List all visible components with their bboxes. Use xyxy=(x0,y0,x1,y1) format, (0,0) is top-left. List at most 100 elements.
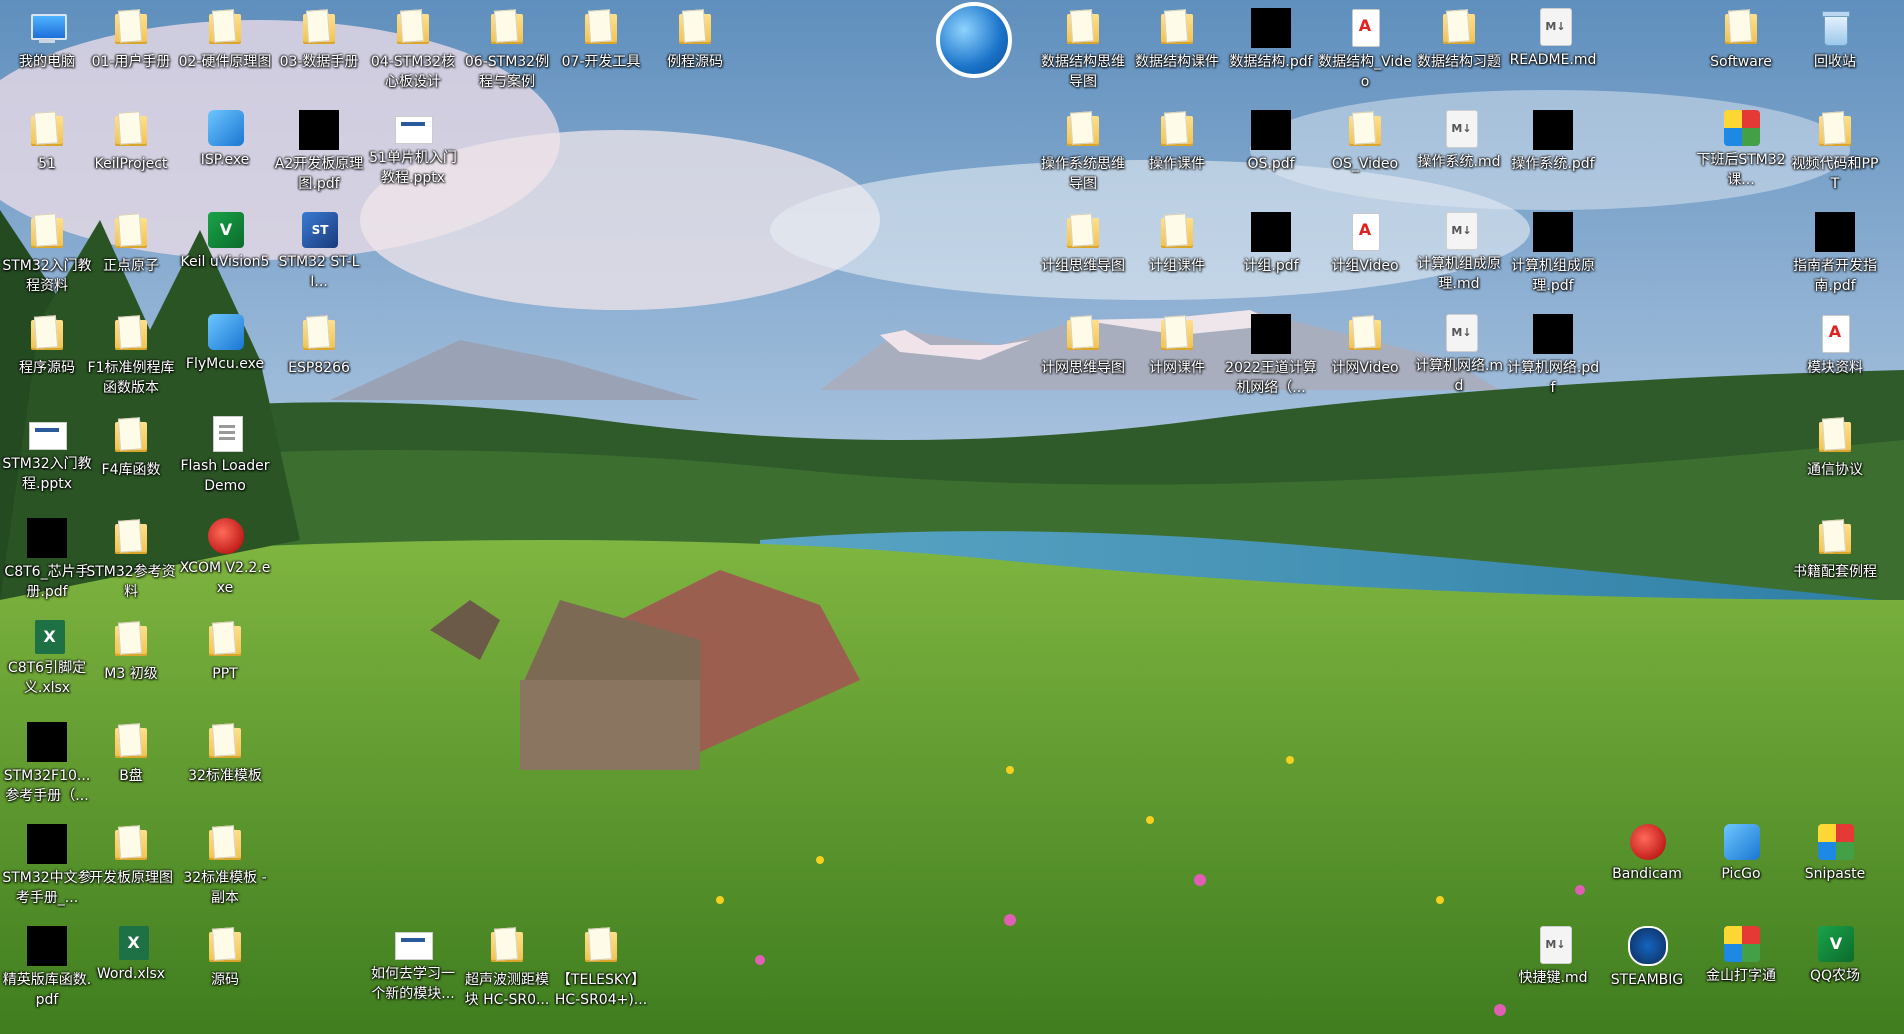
desktop-icon[interactable]: PPT xyxy=(178,616,272,716)
desktop-icon[interactable]: STEAMBIG xyxy=(1600,922,1694,1022)
desktop-icon[interactable]: 超声波测距模块 HC-SR0... xyxy=(460,922,554,1022)
desktop-icon[interactable]: 指南者开发指南.pdf xyxy=(1788,208,1882,308)
desktop-icon[interactable]: 计组课件 xyxy=(1130,208,1224,308)
desktop-icon[interactable]: 例程源码 xyxy=(648,4,742,104)
desktop-icon[interactable]: 51单片机入门教程.pptx xyxy=(366,106,460,206)
desktop-icon[interactable]: 计组.pdf xyxy=(1224,208,1318,308)
desktop-icon[interactable]: STM32中文参考手册_... xyxy=(0,820,94,920)
desktop-icon-label: 例程源码 xyxy=(667,54,723,70)
markdown-icon: M↓ xyxy=(1445,314,1478,352)
desktop-icon[interactable]: KeilProject xyxy=(84,106,178,206)
desktop-icon[interactable]: 模块资料 xyxy=(1788,310,1882,410)
desktop-icon[interactable]: OS.pdf xyxy=(1224,106,1318,206)
desktop-icon[interactable]: XCOM V2.2.exe xyxy=(178,514,272,614)
desktop-icon[interactable]: 计组思维导图 xyxy=(1036,208,1130,308)
desktop-icon[interactable]: 03-数据手册 xyxy=(272,4,366,104)
desktop-icon[interactable]: B盘 xyxy=(84,718,178,818)
desktop-icon-label: C8T6_芯片手册.pdf xyxy=(4,564,90,600)
desktop-icon[interactable]: OS_Video xyxy=(1318,106,1412,206)
desktop-icon[interactable]: C8T6_芯片手册.pdf xyxy=(0,514,94,614)
desktop-icon-label: STM32F10...参考手册（... xyxy=(3,768,91,804)
desktop-icon[interactable]: F4库函数 xyxy=(84,412,178,512)
desktop-icon[interactable]: Snipaste xyxy=(1788,820,1882,920)
desktop-icon-label: 如何去学习一个新的模块... xyxy=(371,966,455,1002)
desktop-icon[interactable]: 数据结构_Video xyxy=(1318,4,1412,104)
desktop-icon[interactable]: X Word.xlsx xyxy=(84,922,178,1022)
desktop-icon-label: M3 初级 xyxy=(104,666,158,682)
desktop-icon[interactable]: 操作课件 xyxy=(1130,106,1224,206)
desktop-icon-label: 超声波测距模块 HC-SR0... xyxy=(464,972,550,1008)
folder-icon xyxy=(111,416,151,456)
desktop-icon[interactable]: 程序源码 xyxy=(0,310,94,410)
desktop-icon[interactable]: 计网课件 xyxy=(1130,310,1224,410)
desktop-icon[interactable]: 32标准模板 xyxy=(178,718,272,818)
desktop-icon[interactable]: 计算机组成原理.pdf xyxy=(1506,208,1600,308)
desktop-icon[interactable]: M↓ 计算机网络.md xyxy=(1412,310,1506,410)
desktop-icon[interactable]: 【TELESKY】HC-SR04+)... xyxy=(554,922,648,1022)
desktop-icon[interactable]: 01-用户手册 xyxy=(84,4,178,104)
desktop-icon[interactable]: X C8T6引脚定义.xlsx xyxy=(0,616,94,716)
desktop-icon[interactable]: 数据结构课件 xyxy=(1130,4,1224,104)
desktop-icon[interactable]: 04-STM32核心板设计 xyxy=(366,4,460,104)
desktop-icon[interactable]: F1标准例程库函数版本 xyxy=(84,310,178,410)
desktop-icon[interactable]: 通信协议 xyxy=(1788,412,1882,512)
folder-icon xyxy=(205,8,245,48)
desktop-icon[interactable]: STM32参考资料 xyxy=(84,514,178,614)
desktop-icon[interactable]: M3 初级 xyxy=(84,616,178,716)
desktop-icon-label: 计算机网络.md xyxy=(1414,358,1504,394)
desktop-icon[interactable]: 计组Video xyxy=(1318,208,1412,308)
desktop-icon[interactable]: 如何去学习一个新的模块... xyxy=(366,922,460,1022)
desktop-icon[interactable]: 数据结构思维导图 xyxy=(1036,4,1130,104)
desktop-icon[interactable]: 操作系统.pdf xyxy=(1506,106,1600,206)
desktop-icon[interactable]: 数据结构习题 xyxy=(1412,4,1506,104)
typing-icon xyxy=(1724,926,1760,962)
folder-icon xyxy=(27,314,67,354)
desktop-icon[interactable]: 02-硬件原理图 xyxy=(178,4,272,104)
desktop-icon[interactable]: 数据结构.pdf xyxy=(1224,4,1318,104)
desktop-icon[interactable]: 计网思维导图 xyxy=(1036,310,1130,410)
desktop-icon[interactable]: 开发板原理图 xyxy=(84,820,178,920)
desktop-icon[interactable]: M↓ 计算机组成原理.md xyxy=(1412,208,1506,308)
desktop-icon[interactable]: 视频代码和PPT xyxy=(1788,106,1882,206)
desktop-icon[interactable]: STM32F10...参考手册（... xyxy=(0,718,94,818)
desktop-icon[interactable]: 我的电脑 xyxy=(0,4,94,104)
desktop-icon[interactable]: 07-开发工具 xyxy=(554,4,648,104)
desktop-icon[interactable]: 精英版库函数.pdf xyxy=(0,922,94,1022)
desktop-icon[interactable]: Bandicam xyxy=(1600,820,1694,920)
desktop[interactable]: 我的电脑 01-用户手册 02-硬件原理图 03-数据手册 04-STM32核心板设计 0… xyxy=(0,0,1904,1034)
desktop-icon[interactable]: ISP.exe xyxy=(178,106,272,206)
desktop-icon-label: 32标准模板 - 副本 xyxy=(183,870,267,906)
desktop-icon[interactable]: 计算机网络.pdf xyxy=(1506,310,1600,410)
desktop-icon[interactable]: 2022王道计算机网络（... xyxy=(1224,310,1318,410)
xcom-icon xyxy=(208,518,244,554)
desktop-icon[interactable]: FlyMcu.exe xyxy=(178,310,272,410)
desktop-icon[interactable]: 金山打字通 xyxy=(1694,922,1788,1022)
desktop-icon[interactable]: M↓ README.md xyxy=(1506,4,1600,104)
desktop-icon[interactable]: ST STM32 ST-LI... xyxy=(272,208,366,308)
desktop-icon[interactable]: Software xyxy=(1694,4,1788,104)
desktop-icon[interactable]: STM32入门教程.pptx xyxy=(0,412,94,512)
desktop-icon[interactable]: 下班后STM32课... xyxy=(1694,106,1788,206)
desktop-icon[interactable]: A2开发板原理图.pdf xyxy=(272,106,366,206)
desktop-icon[interactable]: M↓ 操作系统.md xyxy=(1412,106,1506,206)
desktop-icon[interactable]: V Keil uVision5 xyxy=(178,208,272,308)
desktop-icon[interactable]: 计网Video xyxy=(1318,310,1412,410)
desktop-icon[interactable]: ESP8266 xyxy=(272,310,366,410)
desktop-icon[interactable]: M↓ 快捷键.md xyxy=(1506,922,1600,1022)
desktop-icon[interactable]: 书籍配套例程 xyxy=(1788,514,1882,614)
desktop-icon[interactable]: 06-STM32例程与案例 xyxy=(460,4,554,104)
browser-logo-icon[interactable] xyxy=(936,2,1012,78)
desktop-icon-label: 源码 xyxy=(211,972,239,988)
desktop-icon[interactable]: PicGo xyxy=(1694,820,1788,920)
desktop-icon[interactable]: 操作系统思维导图 xyxy=(1036,106,1130,206)
desktop-icon[interactable]: V QQ农场 xyxy=(1788,922,1882,1022)
desktop-icon[interactable]: 正点原子 xyxy=(84,208,178,308)
desktop-icon[interactable]: Flash Loader Demo xyxy=(178,412,272,512)
desktop-icon[interactable]: 源码 xyxy=(178,922,272,1022)
desktop-icon[interactable]: 32标准模板 - 副本 xyxy=(178,820,272,920)
desktop-icon[interactable]: 51 xyxy=(0,106,94,206)
folder-icon xyxy=(581,926,621,966)
desktop-icon[interactable]: STM32入门教程资料 xyxy=(0,208,94,308)
desktop-icon[interactable]: 回收站 xyxy=(1788,4,1882,104)
folder-icon xyxy=(205,722,245,762)
